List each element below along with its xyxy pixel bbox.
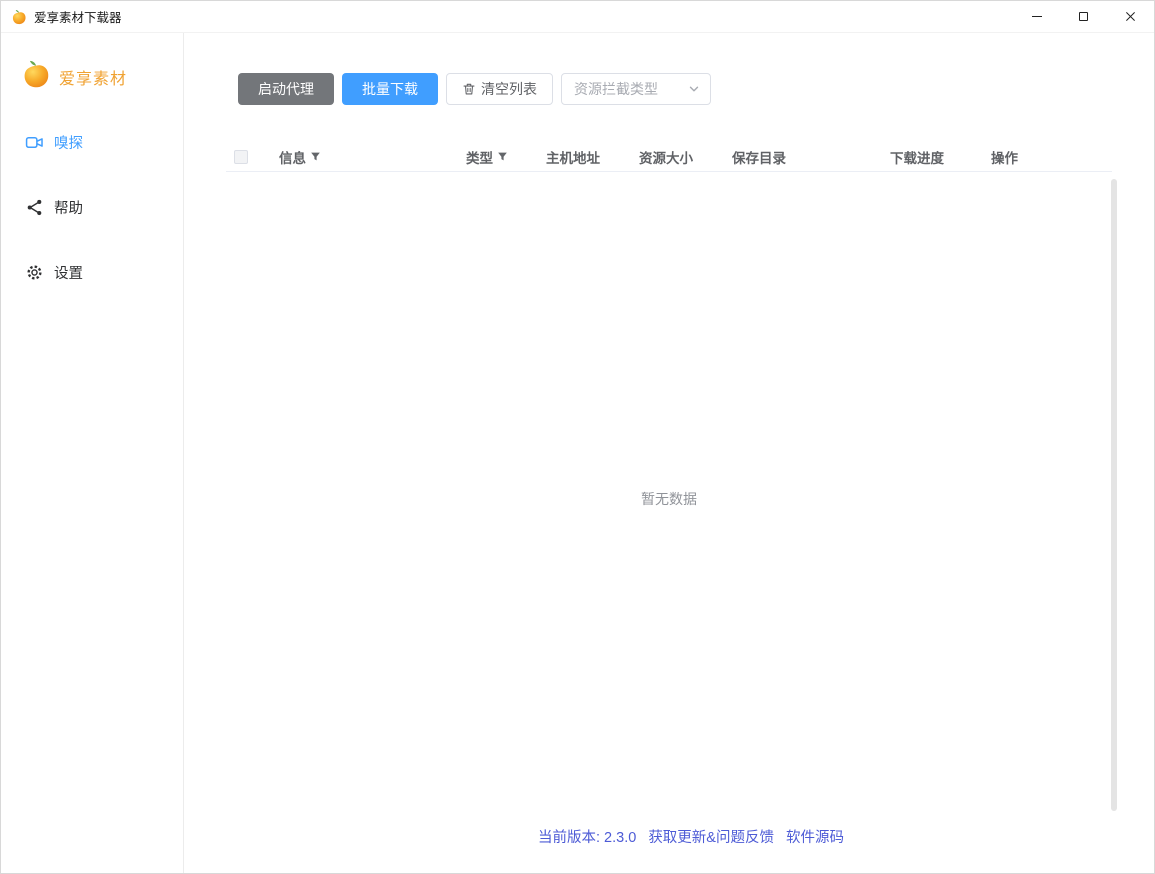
sidebar-logo: 爱享素材: [21, 59, 183, 94]
column-header-actions: 操作: [991, 147, 1018, 167]
close-button[interactable]: [1107, 1, 1154, 33]
sidebar-item-label: 设置: [54, 262, 83, 283]
maximize-button[interactable]: [1060, 1, 1107, 33]
gear-icon: [25, 263, 44, 282]
maximize-icon: [1079, 12, 1088, 21]
mango-logo-icon: [11, 9, 27, 25]
feedback-link[interactable]: 获取更新&问题反馈: [648, 826, 774, 847]
chevron-down-icon: [688, 83, 700, 95]
clear-list-button[interactable]: 清空列表: [446, 73, 553, 105]
select-placeholder: 资源拦截类型: [574, 79, 658, 99]
close-icon: [1125, 11, 1136, 22]
sidebar: 爱享素材 嗅探: [1, 33, 184, 873]
sidebar-item-label: 嗅探: [54, 132, 83, 153]
start-proxy-button[interactable]: 启动代理: [238, 73, 334, 105]
filter-icon[interactable]: [310, 151, 321, 162]
trash-icon: [462, 82, 476, 96]
window-title: 爱享素材下载器: [34, 7, 122, 26]
table-header: 信息 类型 主机地址 资源大小 保存: [226, 142, 1112, 172]
scrollbar[interactable]: [1111, 179, 1117, 811]
minimize-button[interactable]: [1013, 1, 1060, 33]
column-header-save-dir: 保存目录: [732, 147, 786, 167]
filter-icon[interactable]: [497, 151, 508, 162]
sidebar-nav: 嗅探 帮助: [21, 132, 183, 283]
clear-list-label: 清空列表: [481, 79, 537, 99]
logo-text: 爱享素材: [59, 65, 127, 89]
share-icon: [25, 198, 44, 217]
batch-download-button[interactable]: 批量下载: [342, 73, 438, 105]
empty-text: 暂无数据: [641, 489, 697, 509]
table-body: 暂无数据: [226, 172, 1112, 826]
sidebar-item-help[interactable]: 帮助: [25, 197, 183, 218]
toolbar: 启动代理 批量下载 清空列表 资源拦截类型: [238, 73, 1154, 105]
column-header-size: 资源大小: [639, 147, 693, 167]
main-content: 启动代理 批量下载 清空列表 资源拦截类型: [184, 33, 1154, 873]
resource-type-select[interactable]: 资源拦截类型: [561, 73, 711, 105]
window-controls: [1013, 1, 1154, 33]
video-camera-icon: [25, 133, 44, 152]
sidebar-item-settings[interactable]: 设置: [25, 262, 183, 283]
app-window: 爱享素材下载器: [0, 0, 1155, 874]
column-header-type: 类型: [466, 147, 493, 167]
sidebar-item-sniff[interactable]: 嗅探: [25, 132, 183, 153]
source-link[interactable]: 软件源码: [786, 826, 844, 847]
column-header-progress: 下载进度: [890, 147, 944, 167]
column-header-info: 信息: [279, 147, 306, 167]
column-header-host: 主机地址: [546, 147, 600, 167]
select-all-checkbox[interactable]: [234, 150, 248, 164]
titlebar: 爱享素材下载器: [1, 1, 1154, 33]
sidebar-item-label: 帮助: [54, 197, 83, 218]
version-text: 当前版本: 2.3.0: [538, 826, 636, 847]
footer: 当前版本: 2.3.0 获取更新&问题反馈 软件源码: [226, 826, 1155, 873]
minimize-icon: [1032, 16, 1042, 17]
mango-logo-icon: [21, 59, 51, 94]
